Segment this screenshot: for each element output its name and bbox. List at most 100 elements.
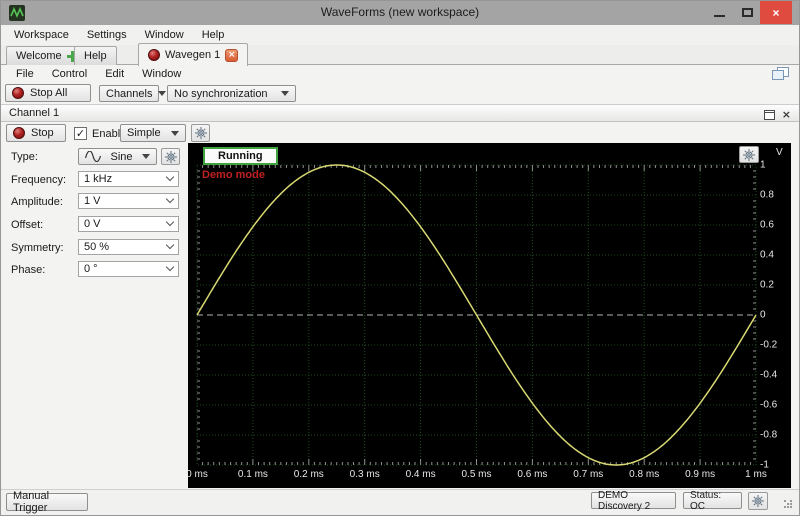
synchronization-dropdown[interactable]: No synchronization [167,85,296,102]
running-status-badge: Running [203,147,278,165]
titlebar[interactable]: WaveForms (new workspace) × [1,1,799,25]
gear-icon [164,150,177,163]
resize-grip[interactable] [784,500,794,510]
x-tick-label: 0.1 ms [237,469,268,480]
channels-dropdown[interactable]: Channels [99,85,167,102]
dropdown-arrow-icon [158,91,167,96]
device-label: DEMO Discovery 2 [598,489,651,512]
float-panel-icon[interactable] [763,109,775,120]
y-tick-label: -0.6 [760,399,778,411]
enable-checkbox[interactable]: ✓ [74,127,87,140]
amplitude-label: Amplitude: [11,196,63,208]
menu-file[interactable]: File [7,65,43,83]
menu-window-inner[interactable]: Window [133,65,190,83]
device-settings-button[interactable] [748,492,768,510]
tabbar [1,45,799,65]
type-value: Sine [110,150,133,163]
channel-stop-icon [13,127,25,139]
window-title: WaveForms (new workspace) [320,5,480,19]
dropdown-arrow-icon [171,130,179,136]
dropdown-arrow-icon [281,91,289,96]
close-panel-icon[interactable]: × [782,108,791,121]
minimize-icon [713,14,725,17]
plot-settings-button[interactable] [739,146,759,163]
menu-edit[interactable]: Edit [96,65,133,83]
x-tick-label: 0.6 ms [517,469,548,480]
x-tick-label: 0.8 ms [629,469,660,480]
restore-layout-icon[interactable] [772,67,789,81]
channel-options-button[interactable] [191,124,210,142]
channels-label: Channels [106,87,153,100]
symmetry-label: Symmetry: [11,242,64,254]
check-icon: ✓ [75,127,86,140]
type-options-button[interactable] [161,148,180,165]
status-label: Status: OC [690,489,722,512]
x-tick-label: 0.5 ms [461,469,492,480]
menu-settings[interactable]: Settings [78,26,136,44]
menu-help[interactable]: Help [193,26,234,44]
x-tick-label: 0.9 ms [685,469,716,480]
maximize-button[interactable] [734,1,760,24]
channel-stop-label: Stop [31,127,54,139]
x-tick-label: 0.2 ms [293,469,324,480]
minimize-button[interactable] [705,1,733,24]
type-dropdown[interactable]: Sine [78,148,157,165]
symmetry-input[interactable]: 50 % [78,239,179,255]
gear-icon [194,127,207,139]
offset-input[interactable]: 0 V [78,216,179,232]
menu-workspace[interactable]: Workspace [5,26,78,44]
menu-window[interactable]: Window [136,26,193,44]
statusbar: Manual Trigger DEMO Discovery 2 Status: … [1,489,799,515]
frequency-label: Frequency: [11,174,67,186]
x-tick-label: 0.7 ms [573,469,604,480]
wavegen-menubar: File Control Edit Window [1,65,799,83]
tab-close-icon[interactable]: × [225,48,239,62]
close-button[interactable]: × [760,1,792,24]
wavegen-module: File Control Edit Window Stop All Channe… [1,65,799,489]
y-tick-label: -0.8 [760,429,778,441]
x-tick-label: 0.4 ms [405,469,436,480]
stop-all-label: Stop All [30,87,68,99]
tab-wavegen[interactable]: Wavegen 1 × [138,43,249,66]
main-menubar: Workspace Settings Window Help [1,25,799,45]
phase-input[interactable]: 0 ° [78,261,179,277]
sync-label: No synchronization [174,87,268,100]
type-label: Type: [11,151,38,163]
amplitude-value: 1 V [84,195,101,207]
status-button[interactable]: Status: OC [683,489,742,512]
stop-all-button[interactable]: Stop All [5,84,91,102]
frequency-value: 1 kHz [84,173,113,185]
x-tick-label: 0 ms [186,469,208,480]
sine-shape-icon [85,151,101,162]
x-tick-label: 0.3 ms [349,469,380,480]
symmetry-value: 50 % [84,241,110,253]
tab-wavegen-label: Wavegen 1 [165,49,221,61]
maximize-icon [741,8,753,17]
close-icon: × [772,5,780,20]
device-button[interactable]: DEMO Discovery 2 [591,489,676,512]
demo-mode-label: Demo mode [202,169,265,181]
mode-dropdown[interactable]: Simple [120,124,186,142]
y-tick-label: 1 [760,159,766,171]
offset-value: 0 V [84,218,101,230]
frequency-input[interactable]: 1 kHz [78,171,179,187]
channel-header: Channel 1 × [1,104,799,122]
y-tick-label: -0.2 [760,339,778,351]
y-tick-label: -1 [760,459,769,471]
mode-label: Simple [127,127,161,139]
amplitude-input[interactable]: 1 V [78,193,179,209]
manual-trigger-button[interactable]: Manual Trigger [6,490,88,514]
gear-icon [743,148,755,161]
manual-trigger-label: Manual Trigger [13,490,50,514]
phase-label: Phase: [11,264,46,276]
combo-chevron-icon [165,194,175,204]
tab-help[interactable]: Help [74,46,117,65]
x-tick-label: 1 ms [745,469,767,480]
menu-control[interactable]: Control [43,65,96,83]
y-tick-label: 0.4 [760,249,774,261]
running-indicator-icon [148,49,160,61]
y-tick-label: 0.8 [760,189,774,201]
y-tick-label: -0.4 [760,369,778,381]
combo-chevron-icon [165,172,175,182]
channel-stop-button[interactable]: Stop [6,124,66,142]
